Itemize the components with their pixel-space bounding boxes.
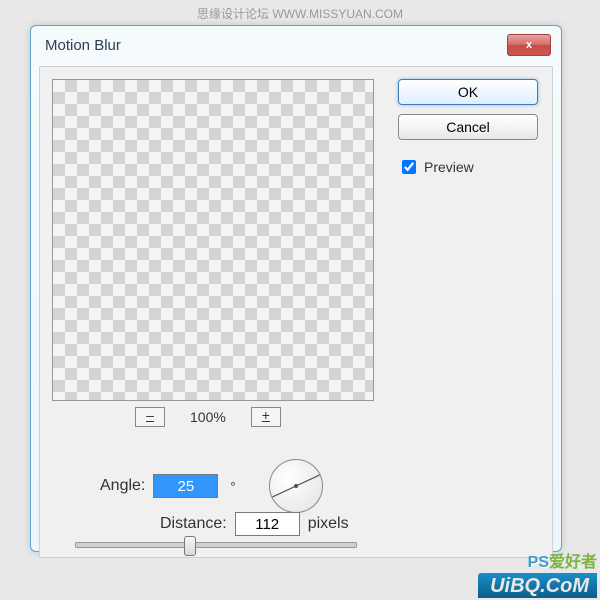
close-button[interactable]: x [507,34,551,56]
angle-unit: ° [230,479,235,494]
zoom-level: 100% [190,409,226,425]
zoom-controls: – 100% + [135,407,281,427]
preview-checkbox-row[interactable]: Preview [398,157,538,177]
right-column: OK Cancel Preview [398,79,538,177]
angle-indicator-line [272,475,320,498]
dialog-body: – 100% + OK Cancel Preview Angle: ° Dist… [39,66,553,558]
distance-row: Distance: pixels [160,512,349,536]
zoom-in-button[interactable]: + [251,407,281,427]
preview-label: Preview [424,159,474,175]
watermark-right: PS爱好者 [528,548,597,572]
watermark-bottom: UiBQ.CoM [478,573,597,598]
cancel-button[interactable]: Cancel [398,114,538,140]
distance-input[interactable] [235,512,300,536]
ok-button[interactable]: OK [398,79,538,105]
watermark-top: 思缘设计论坛 WWW.MISSYUAN.COM [197,5,403,22]
distance-unit: pixels [308,515,349,533]
distance-slider[interactable] [75,542,357,548]
motion-blur-dialog: Motion Blur x – 100% + OK Cancel Preview… [30,25,562,552]
zoom-out-button[interactable]: – [135,407,165,427]
transparency-checker [53,80,373,400]
preview-area[interactable] [52,79,374,401]
watermark-ps: PS [528,554,549,571]
angle-wheel[interactable] [269,459,323,513]
dialog-title: Motion Blur [45,37,121,54]
watermark-cn: 爱好者 [549,554,597,571]
close-icon: x [526,39,532,51]
angle-row: Angle: ° [100,459,323,513]
distance-label: Distance: [160,515,227,533]
angle-input[interactable] [153,474,218,498]
titlebar: Motion Blur x [31,26,561,66]
preview-checkbox[interactable] [402,160,416,174]
angle-label: Angle: [100,477,145,495]
distance-slider-thumb[interactable] [184,536,196,556]
